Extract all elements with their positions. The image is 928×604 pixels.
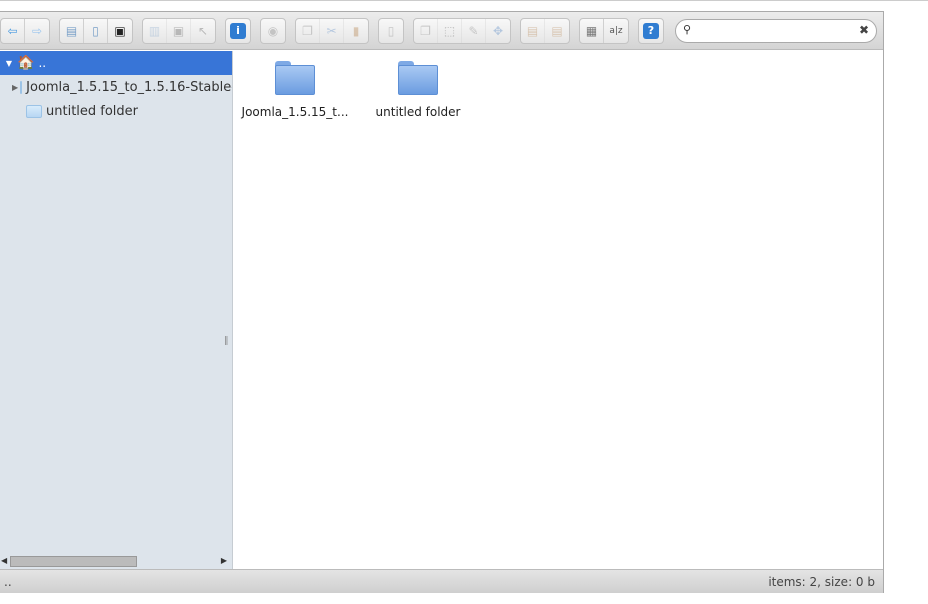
back-icon: ⇦	[7, 23, 18, 38]
rename-button[interactable]: ⬚	[438, 18, 462, 43]
paste-icon: ▮	[352, 23, 360, 38]
status-summary: items: 2, size: 0 b	[768, 575, 875, 589]
file-item[interactable]: Joomla_1.5.15_t...	[235, 61, 355, 119]
tree-item[interactable]: ▶ Joomla_1.5.15_to_1.5.16-Stable-Patch_P…	[0, 75, 232, 99]
forward-icon: ⇨	[31, 23, 43, 38]
view-button[interactable]: ▦	[580, 18, 604, 43]
upload-icon: ▣	[114, 23, 126, 38]
home-icon: 🏠	[17, 55, 35, 71]
folder-icon	[20, 80, 23, 94]
toolbar-group: ▤ ▤	[520, 17, 570, 44]
file-area: Joomla_1.5.15_t... untitled folder	[234, 51, 883, 569]
delete-icon: ▯	[387, 23, 395, 38]
cut-button[interactable]: ✂	[320, 18, 344, 43]
tree-root-label: ..	[38, 56, 47, 70]
statusbar: .. items: 2, size: 0 b	[0, 569, 883, 593]
search-input[interactable]	[698, 23, 858, 36]
toolbar-group: ❐ ✂ ▮	[295, 17, 369, 44]
search-icon: ⚲	[683, 22, 692, 36]
clear-search-icon[interactable]: ✖	[859, 23, 869, 37]
tree-item-label: untitled folder	[46, 103, 139, 119]
scroll-right-icon[interactable]: ▶	[221, 556, 227, 565]
rename-icon: ⬚	[443, 23, 456, 38]
new-file-icon: ▯	[92, 23, 99, 38]
status-path: ..	[4, 575, 12, 589]
edit-button[interactable]: ✎	[462, 18, 486, 43]
new-folder-button[interactable]: ▤	[60, 18, 84, 43]
sort-icon: a|z	[609, 25, 623, 36]
toolbar: ⇦ ⇨ ▤ ▯ ▣ ▥ ▣ ↖ i ◉ ❐ ✂ ▮ ▯ ❐ ⬚ ✎ ✥ ▤ ▤ ▦ a|z? ⚲ ✖	[0, 12, 883, 50]
toolbar-group: ▥ ▣ ↖	[142, 17, 216, 44]
view-icon: ▦	[585, 23, 598, 38]
toolbar-group: ▦ a|z	[579, 17, 629, 44]
file-label: Joomla_1.5.15_t...	[241, 105, 349, 119]
new-folder-icon: ▤	[65, 23, 78, 38]
toolbar-group: ▤ ▯ ▣	[59, 17, 133, 44]
tree-item-label: Joomla_1.5.15_to_1.5.16-Stable-Patch_Pac…	[26, 79, 232, 95]
toolbar-group: ▯	[378, 17, 404, 44]
expand-icon[interactable]: ▶	[12, 83, 18, 92]
scrollbar-thumb[interactable]	[10, 556, 137, 567]
quicklook-button[interactable]: ◉	[261, 19, 285, 43]
toolbar-group: ❐ ⬚ ✎ ✥	[413, 17, 511, 44]
duplicate-button[interactable]: ❐	[414, 18, 438, 43]
help-button[interactable]: ?	[639, 19, 663, 43]
tree-item[interactable]: untitled folder	[0, 99, 232, 123]
sort-button[interactable]: a|z	[604, 19, 628, 43]
download-button[interactable]: ▣	[167, 18, 191, 43]
toolbar-group: i	[225, 17, 251, 44]
info-button[interactable]: i	[226, 19, 250, 43]
extract-button[interactable]: ▤	[521, 18, 545, 43]
delete-button[interactable]: ▯	[379, 19, 403, 43]
upload-button[interactable]: ▣	[108, 19, 132, 43]
new-file-button[interactable]: ▯	[84, 18, 108, 43]
resize-button[interactable]: ✥	[486, 19, 510, 43]
page-border	[0, 0, 928, 2]
duplicate-icon: ❐	[420, 23, 431, 38]
open-button[interactable]: ▥	[143, 18, 167, 43]
copy-button[interactable]: ❐	[296, 18, 320, 43]
copy-icon: ❐	[302, 23, 313, 38]
download-icon: ▣	[172, 23, 185, 38]
forward-button[interactable]: ⇨	[25, 19, 49, 43]
archive-icon: ▤	[551, 23, 563, 38]
resize-icon: ✥	[492, 23, 504, 38]
scroll-left-icon[interactable]: ◀	[1, 556, 7, 565]
file-label: untitled folder	[375, 105, 461, 119]
file-item[interactable]: untitled folder	[358, 61, 478, 119]
folder-icon	[26, 104, 42, 118]
toolbar-group: ◉	[260, 17, 286, 44]
file-manager: ⇦ ⇨ ▤ ▯ ▣ ▥ ▣ ↖ i ◉ ❐ ✂ ▮ ▯ ❐ ⬚ ✎ ✥ ▤ ▤ ▦ a|z? ⚲ ✖ ▼ 🏠 .. ▶ Joo…	[0, 11, 884, 593]
quicklook-icon: ◉	[267, 23, 279, 38]
archive-button[interactable]: ▤	[545, 19, 569, 43]
resize-handle[interactable]: ‖	[224, 336, 229, 346]
search-box: ⚲ ✖	[675, 18, 877, 43]
horizontal-scrollbar[interactable]: ◀ ▶	[0, 553, 232, 569]
navbar-tree: ▼ 🏠 .. ▶ Joomla_1.5.15_to_1.5.16-Stable-…	[0, 51, 233, 569]
help-icon: ?	[643, 22, 659, 39]
expand-icon[interactable]: ▼	[3, 59, 15, 68]
folder-icon	[398, 61, 438, 95]
select-button[interactable]: ↖	[191, 19, 215, 43]
cut-icon: ✂	[326, 23, 337, 38]
info-icon: i	[230, 22, 246, 39]
select-icon: ↖	[197, 23, 209, 38]
tree-root[interactable]: ▼ 🏠 ..	[0, 51, 232, 75]
back-button[interactable]: ⇦	[1, 18, 25, 43]
edit-icon: ✎	[468, 23, 479, 38]
open-icon: ▥	[148, 23, 161, 38]
extract-icon: ▤	[526, 23, 539, 38]
folder-icon	[275, 61, 315, 95]
toolbar-group: ⇦ ⇨	[0, 17, 50, 44]
paste-button[interactable]: ▮	[344, 19, 368, 43]
toolbar-group: ?	[638, 17, 664, 44]
